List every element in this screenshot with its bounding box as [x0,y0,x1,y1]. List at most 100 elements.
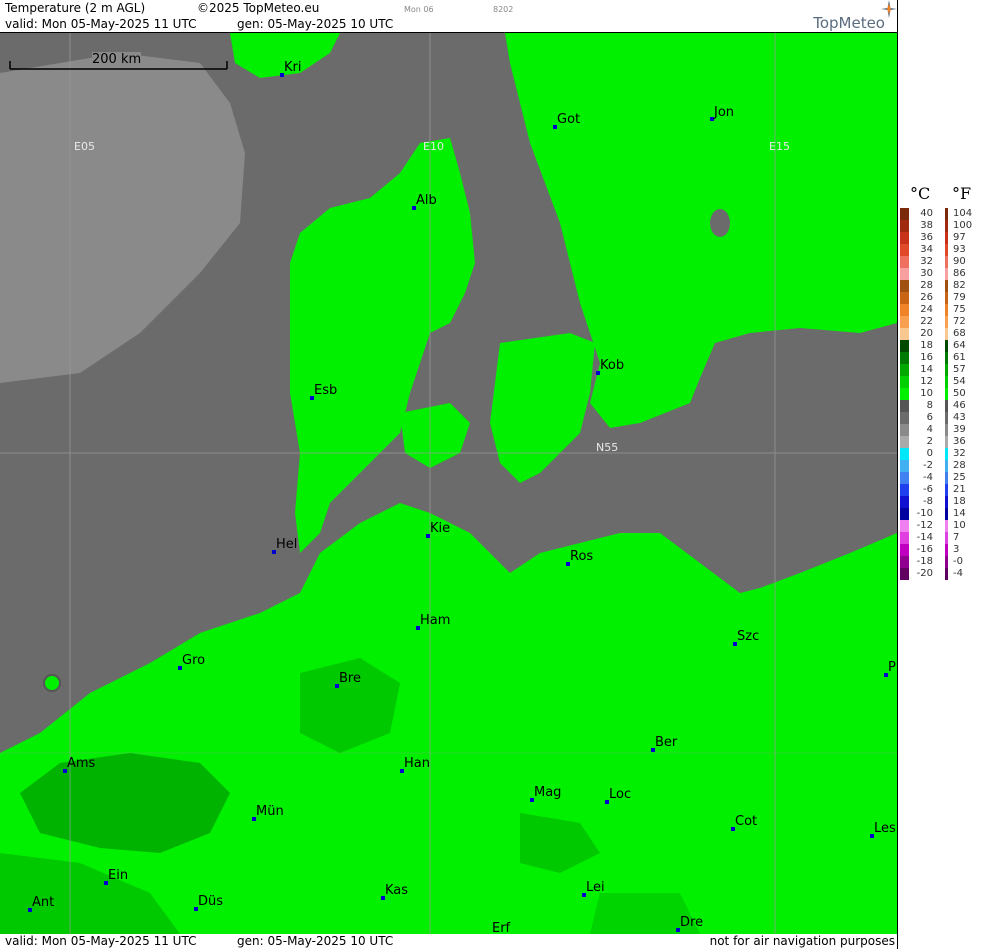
legend-row: -10 14 [898,508,989,520]
legend-fahrenheit-swatch [945,280,948,292]
legend-celsius-value: -6 [923,484,933,495]
legend-celsius-value: 30 [920,268,933,279]
legend-fahrenheit-value: 72 [953,316,966,327]
legend-fahrenheit-value: 57 [953,364,966,375]
zealand-land [490,333,595,483]
jutland-land [290,138,475,553]
logo-star-icon [881,0,897,18]
map-canvas [0,33,897,934]
grid-label-e15: E15 [769,140,790,153]
legend-celsius-value: -18 [916,556,933,567]
legend-celsius-value: 0 [926,448,933,459]
legend-fahrenheit-value: -0 [953,556,963,567]
legend-celsius-value: 22 [920,316,933,327]
legend-celsius-value: 36 [920,232,933,243]
legend-row: -14 7 [898,532,989,544]
legend-fahrenheit-swatch [945,484,948,496]
legend-fahrenheit-swatch [945,532,948,544]
legend-fahrenheit-value: 18 [953,496,966,507]
legend-fahrenheit-value: 75 [953,304,966,315]
grid-label-n55: N55 [596,441,619,454]
legend-fahrenheit-value: 21 [953,484,966,495]
legend-celsius-value: 16 [920,352,933,363]
legend-fahrenheit-swatch [945,316,948,328]
temperature-legend: °C °F 40 104 38 100 36 97 34 93 32 90 30 86 28 82 26 79… [897,0,989,949]
legend-fahrenheit-swatch [945,436,948,448]
legend-celsius-value: -8 [923,496,933,507]
legend-fahrenheit-swatch [945,208,948,220]
legend-row: 22 72 [898,316,989,328]
legend-row: 40 104 [898,208,989,220]
legend-celsius-value: -4 [923,472,933,483]
run-tag: Mon 06 [404,5,434,14]
footer-generated-time: gen: 05-May-2025 10 UTC [237,934,394,948]
legend-row: 26 79 [898,292,989,304]
legend-row: -20 -4 [898,568,989,580]
legend-fahrenheit-swatch [945,556,948,568]
header-bar: Temperature (2 m AGL) ©2025 TopMeteo.eu … [0,0,897,33]
copyright: ©2025 TopMeteo.eu [197,1,320,15]
legend-row: -18 -0 [898,556,989,568]
legend-row: 18 64 [898,340,989,352]
legend-fahrenheit-swatch [945,496,948,508]
run-code: 8202 [493,5,514,14]
lake-ijsselmeer [43,674,61,692]
legend-fahrenheit-swatch [945,244,948,256]
funen-land [400,403,470,468]
legend-celsius-value: -16 [916,544,933,555]
legend-row: -2 28 [898,460,989,472]
legend-fahrenheit-value: 25 [953,472,966,483]
legend-fahrenheit-swatch [945,448,948,460]
legend-fahrenheit-value: 90 [953,256,966,267]
grid-label-e05: E05 [74,140,95,153]
legend-celsius-value: 24 [920,304,933,315]
legend-fahrenheit-value: -4 [953,568,963,579]
legend-celsius-value: -14 [916,532,933,543]
legend-row: 38 100 [898,220,989,232]
legend-celsius-value: 28 [920,280,933,291]
legend-fahrenheit-swatch [945,304,948,316]
lake-vanern [710,209,730,237]
legend-fahrenheit-value: 61 [953,352,966,363]
legend-row: -4 25 [898,472,989,484]
legend-celsius-value: 4 [926,424,933,435]
legend-fahrenheit-value: 3 [953,544,960,555]
legend-celsius-header: °C [910,184,931,203]
legend-row: 16 61 [898,352,989,364]
scale-bar-label: 200 km [92,52,142,67]
temperature-map[interactable]: 200 km E05 E10 E15 N55 Kri Got Jon Alb E… [0,33,897,934]
legend-fahrenheit-swatch [945,352,948,364]
legend-fahrenheit-value: 32 [953,448,966,459]
legend-fahrenheit-value: 54 [953,376,966,387]
legend-row: 20 68 [898,328,989,340]
legend-fahrenheit-value: 79 [953,292,966,303]
grid-label-e10: E10 [423,140,444,153]
legend-fahrenheit-swatch [945,508,948,520]
legend-celsius-value: 32 [920,256,933,267]
legend-fahrenheit-swatch [945,328,948,340]
legend-row: 14 57 [898,364,989,376]
legend-row: -6 21 [898,484,989,496]
legend-fahrenheit-value: 14 [953,508,966,519]
legend-fahrenheit-value: 68 [953,328,966,339]
legend-celsius-value: 20 [920,328,933,339]
topmeteo-logo[interactable]: TopMeteo [813,0,897,32]
legend-row: 30 86 [898,268,989,280]
legend-celsius-value: 34 [920,244,933,255]
legend-fahrenheit-swatch [945,364,948,376]
legend-row: 36 97 [898,232,989,244]
legend-fahrenheit-swatch [945,340,948,352]
legend-row: 32 90 [898,256,989,268]
legend-celsius-value: 2 [926,436,933,447]
legend-fahrenheit-value: 104 [953,208,973,219]
legend-celsius-value: -20 [916,568,933,579]
chart-title: Temperature (2 m AGL) [5,1,146,15]
legend-row: 6 43 [898,412,989,424]
legend-fahrenheit-swatch [945,460,948,472]
legend-fahrenheit-value: 46 [953,400,966,411]
legend-celsius-value: 12 [920,376,933,387]
legend-celsius-value: 26 [920,292,933,303]
legend-celsius-value: 8 [926,400,933,411]
legend-row: 12 54 [898,376,989,388]
legend-fahrenheit-value: 93 [953,244,966,255]
